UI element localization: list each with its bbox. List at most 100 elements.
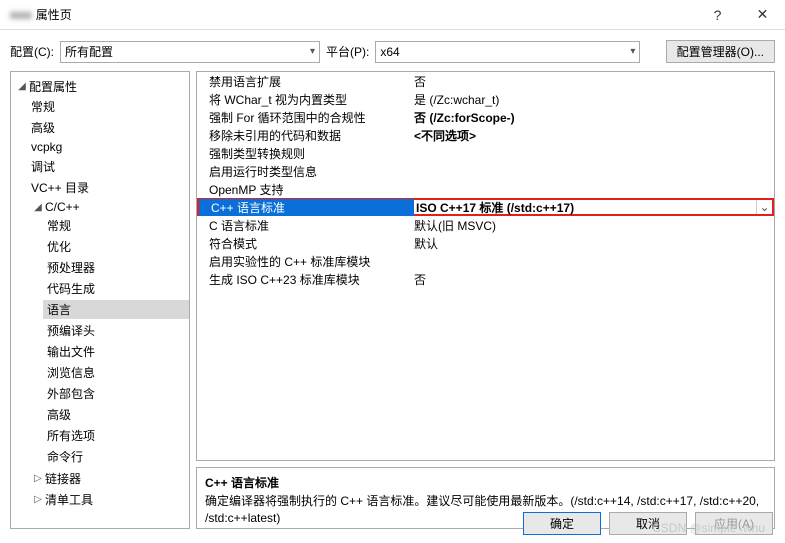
title-prefix-blur: ■■■ <box>10 8 32 22</box>
property-row[interactable]: C++ 语言标准ISO C++17 标准 (/std:c++17)⌄ <box>197 198 774 216</box>
expand-icon[interactable]: ▷ <box>31 494 45 505</box>
tree-item[interactable]: 预编译头 <box>43 320 189 341</box>
property-value[interactable]: 是 (/Zc:wchar_t) <box>412 91 774 108</box>
chevron-down-icon[interactable]: ⌄ <box>756 200 772 214</box>
tree-label: 配置属性 <box>29 78 77 95</box>
property-row[interactable]: C 语言标准默认(旧 MSVC) <box>197 216 774 234</box>
tree-label: 预处理器 <box>47 259 95 276</box>
help-button[interactable]: ? <box>695 0 740 30</box>
tree-item[interactable]: 高级 <box>27 117 189 138</box>
tree-item[interactable]: 优化 <box>43 236 189 257</box>
tree-label: 常规 <box>31 98 55 115</box>
property-row[interactable]: OpenMP 支持 <box>197 180 774 198</box>
property-name: C++ 语言标准 <box>199 199 414 216</box>
property-name: 启用实验性的 C++ 标准库模块 <box>197 253 412 270</box>
apply-button[interactable]: 应用(A) <box>695 512 773 535</box>
tree-label: 高级 <box>47 406 71 423</box>
tree-label: 代码生成 <box>47 280 95 297</box>
tree-item[interactable]: 代码生成 <box>43 278 189 299</box>
property-row[interactable]: 启用实验性的 C++ 标准库模块 <box>197 252 774 270</box>
tree-item[interactable]: 调试 <box>27 156 189 177</box>
property-row[interactable]: 生成 ISO C++23 标准库模块否 <box>197 270 774 288</box>
chevron-down-icon: ▾ <box>310 46 315 57</box>
property-name: C 语言标准 <box>197 217 412 234</box>
tree-item[interactable]: 命令行 <box>43 446 189 467</box>
property-row[interactable]: 将 WChar_t 视为内置类型是 (/Zc:wchar_t) <box>197 90 774 108</box>
property-name: 强制 For 循环范围中的合规性 <box>197 109 412 126</box>
property-value[interactable]: <不同选项> <box>412 127 774 144</box>
tree-label: 外部包含 <box>47 385 95 402</box>
close-button[interactable]: ✕ <box>740 0 785 30</box>
property-grid[interactable]: 禁用语言扩展否将 WChar_t 视为内置类型是 (/Zc:wchar_t)强制… <box>196 71 775 461</box>
config-combo[interactable]: 所有配置 ▾ <box>60 41 320 63</box>
tree-label: VC++ 目录 <box>31 179 89 196</box>
tree-label: 清单工具 <box>45 491 93 508</box>
tree-item[interactable]: vcpkg <box>27 138 189 156</box>
property-value[interactable]: 否 (/Zc:forScope-) <box>412 109 774 126</box>
tree-item[interactable]: 所有选项 <box>43 425 189 446</box>
tree-label: 浏览信息 <box>47 364 95 381</box>
tree-label: 调试 <box>31 158 55 175</box>
tree-label: 常规 <box>47 217 71 234</box>
config-value: 所有配置 <box>65 43 306 60</box>
expand-icon[interactable]: ▷ <box>31 473 45 484</box>
property-name: 强制类型转换规则 <box>197 145 412 162</box>
tree-item[interactable]: 外部包含 <box>43 383 189 404</box>
cancel-button[interactable]: 取消 <box>609 512 687 535</box>
property-name: 禁用语言扩展 <box>197 73 412 90</box>
collapse-icon[interactable]: ◢ <box>15 81 29 92</box>
tree-label: vcpkg <box>31 140 62 154</box>
tree-label: 预编译头 <box>47 322 95 339</box>
tree-item[interactable]: 输出文件 <box>43 341 189 362</box>
property-value[interactable]: 否 <box>412 271 774 288</box>
tree-label: C/C++ <box>45 200 80 214</box>
property-row[interactable]: 移除未引用的代码和数据<不同选项> <box>197 126 774 144</box>
property-row[interactable]: 强制 For 循环范围中的合规性否 (/Zc:forScope-) <box>197 108 774 126</box>
tree-label: 高级 <box>31 119 55 136</box>
tree-item[interactable]: 浏览信息 <box>43 362 189 383</box>
chevron-down-icon: ▾ <box>630 46 635 57</box>
tree-label: 所有选项 <box>47 427 95 444</box>
tree-root[interactable]: ◢配置属性 常规 高级 vcpkg 调试 VC++ 目录 ◢C/C++ 常规 优… <box>11 76 189 511</box>
dialog-buttons: 确定 取消 应用(A) <box>523 512 773 535</box>
property-value[interactable]: 默认(旧 MSVC) <box>412 217 774 234</box>
tree-panel[interactable]: ◢配置属性 常规 高级 vcpkg 调试 VC++ 目录 ◢C/C++ 常规 优… <box>10 71 190 529</box>
property-name: 生成 ISO C++23 标准库模块 <box>197 271 412 288</box>
property-value[interactable]: 否 <box>412 73 774 90</box>
window-title: 属性页 <box>36 6 72 23</box>
tree-linker[interactable]: ▷链接器 <box>27 468 189 489</box>
tree-item[interactable]: 常规 <box>43 215 189 236</box>
config-label: 配置(C): <box>10 43 54 60</box>
tree-label: 输出文件 <box>47 343 95 360</box>
platform-combo[interactable]: x64 ▾ <box>375 41 640 63</box>
property-row[interactable]: 启用运行时类型信息 <box>197 162 774 180</box>
property-value[interactable]: ISO C++17 标准 (/std:c++17) <box>414 199 756 216</box>
property-name: OpenMP 支持 <box>197 181 412 198</box>
ok-button[interactable]: 确定 <box>523 512 601 535</box>
property-value[interactable]: 默认 <box>412 235 774 252</box>
tree-label: 语言 <box>47 301 71 318</box>
property-name: 移除未引用的代码和数据 <box>197 127 412 144</box>
tree-item[interactable]: 常规 <box>27 96 189 117</box>
tree-cc[interactable]: ◢C/C++ 常规 优化 预处理器 代码生成 语言 预编译头 输出文件 浏览信息… <box>27 198 189 468</box>
titlebar: ■■■ 属性页 ? ✕ <box>0 0 785 30</box>
tree-label: 命令行 <box>47 448 83 465</box>
platform-value: x64 <box>380 45 626 59</box>
property-name: 将 WChar_t 视为内置类型 <box>197 91 412 108</box>
config-row: 配置(C): 所有配置 ▾ 平台(P): x64 ▾ 配置管理器(O)... <box>0 30 785 71</box>
tree-manifest[interactable]: ▷清单工具 <box>27 489 189 510</box>
property-row[interactable]: 禁用语言扩展否 <box>197 72 774 90</box>
tree-label: 优化 <box>47 238 71 255</box>
tree-item[interactable]: 高级 <box>43 404 189 425</box>
property-row[interactable]: 强制类型转换规则 <box>197 144 774 162</box>
tree-item[interactable]: 预处理器 <box>43 257 189 278</box>
tree-item-selected[interactable]: 语言 <box>43 299 189 320</box>
property-name: 启用运行时类型信息 <box>197 163 412 180</box>
platform-label: 平台(P): <box>326 43 369 60</box>
property-row[interactable]: 符合模式默认 <box>197 234 774 252</box>
description-title: C++ 语言标准 <box>205 474 766 491</box>
collapse-icon[interactable]: ◢ <box>31 202 45 213</box>
config-manager-button[interactable]: 配置管理器(O)... <box>666 40 775 63</box>
tree-item[interactable]: VC++ 目录 <box>27 177 189 198</box>
property-name: 符合模式 <box>197 235 412 252</box>
